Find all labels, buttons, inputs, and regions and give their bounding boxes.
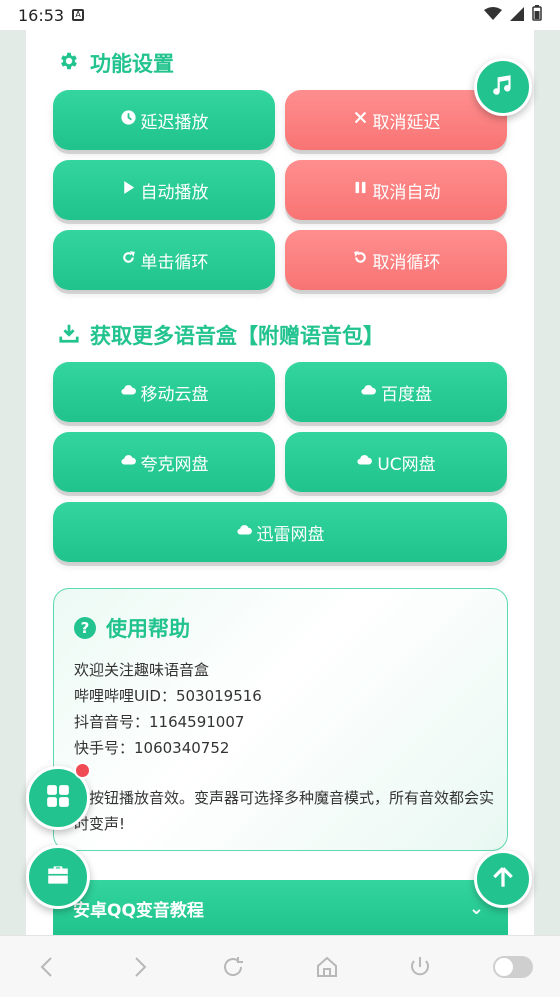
refresh-icon[interactable] — [213, 947, 253, 987]
help-line-douyin: 抖音音号：1164591007 — [74, 713, 245, 731]
toolbox-fab[interactable] — [26, 845, 90, 909]
cloud-icon — [356, 451, 373, 473]
music-note-icon — [490, 72, 516, 102]
cloud-icon — [360, 381, 377, 403]
home-icon[interactable] — [307, 947, 347, 987]
delay-play-label: 延迟播放 — [140, 112, 209, 133]
arrow-up-icon — [490, 864, 516, 894]
help-line-welcome: 欢迎关注趣味语音盒 — [74, 661, 210, 679]
cancel-delay-button[interactable]: 取消延迟 — [285, 90, 507, 150]
click-loop-label: 单击循环 — [140, 252, 209, 273]
help-line-kuaishou: 快手号：1060340752 — [74, 739, 230, 757]
settings-title-text: 功能设置 — [90, 52, 174, 76]
notification-a-icon: A — [72, 9, 85, 21]
gear-icon — [58, 50, 80, 77]
tutorial-accordion[interactable]: 安卓QQ变音教程 ⌄ — [53, 880, 508, 936]
cloud-icon — [120, 381, 137, 403]
download-title-text: 获取更多语音盒【附赠语音包】 — [90, 324, 384, 348]
cancel-auto-button[interactable]: 取消自动 — [285, 160, 507, 220]
xunlei-pan-button[interactable]: 迅雷网盘 — [53, 502, 507, 562]
auto-play-button[interactable]: 自动播放 — [53, 160, 275, 220]
help-description: 击按钮播放音效。变声器可选择多种魔音模式，所有音效都会实时变声! — [74, 789, 495, 833]
bottom-navigation — [0, 935, 560, 997]
uc-pan-button[interactable]: UC网盘 — [285, 432, 507, 492]
left-gutter — [0, 30, 26, 935]
quark-pan-button[interactable]: 夸克网盘 — [53, 432, 275, 492]
mobile-cloud-button[interactable]: 移动云盘 — [53, 362, 275, 422]
baidu-pan-label: 百度盘 — [381, 384, 432, 405]
redo-icon — [120, 249, 137, 271]
toolbox-icon — [44, 862, 72, 892]
grid-icon — [45, 783, 71, 813]
help-title: ? 使用帮助 — [74, 613, 190, 643]
undo-icon — [352, 249, 369, 271]
play-icon — [120, 179, 137, 201]
right-gutter — [534, 30, 560, 935]
status-bar: 16:53 A — [0, 0, 560, 30]
status-time: 16:53 — [18, 5, 65, 25]
status-icons — [484, 5, 542, 25]
download-icon — [58, 322, 80, 349]
clock-icon — [120, 109, 137, 131]
toggle-switch[interactable] — [493, 955, 534, 978]
question-icon: ? — [74, 617, 96, 639]
cancel-loop-button[interactable]: 取消循环 — [285, 230, 507, 290]
mobile-cloud-label: 移动云盘 — [140, 384, 209, 405]
auto-play-label: 自动播放 — [140, 182, 209, 203]
wifi-icon — [484, 6, 502, 25]
scroll-top-fab[interactable] — [474, 850, 532, 908]
music-fab[interactable] — [474, 58, 532, 116]
help-lines: 欢迎关注趣味语音盒 哔哩哔哩UID：503019516 抖音音号：1164591… — [74, 657, 262, 761]
help-panel: ? 使用帮助 欢迎关注趣味语音盒 哔哩哔哩UID：503019516 抖音音号：… — [53, 588, 508, 851]
cancel-auto-label: 取消自动 — [372, 182, 441, 203]
quark-pan-label: 夸克网盘 — [140, 454, 209, 475]
cloud-icon — [236, 521, 253, 543]
signal-icon — [510, 6, 524, 25]
pause-icon — [352, 179, 369, 201]
chevron-down-icon: ⌄ — [468, 897, 484, 919]
uc-pan-label: UC网盘 — [377, 454, 436, 475]
tutorial-label: 安卓QQ变音教程 — [73, 900, 204, 921]
download-section-title: 获取更多语音盒【附赠语音包】 — [58, 320, 384, 350]
notification-badge — [74, 762, 91, 779]
delay-play-button[interactable]: 延迟播放 — [53, 90, 275, 150]
cancel-loop-label: 取消循环 — [372, 252, 441, 273]
settings-section-title: 功能设置 — [58, 48, 174, 78]
click-loop-button[interactable]: 单击循环 — [53, 230, 275, 290]
power-icon[interactable] — [400, 947, 440, 987]
help-title-text: 使用帮助 — [106, 617, 190, 641]
cancel-delay-label: 取消延迟 — [372, 112, 441, 133]
back-icon[interactable] — [27, 947, 67, 987]
toggle-icon[interactable] — [493, 947, 534, 987]
baidu-pan-button[interactable]: 百度盘 — [285, 362, 507, 422]
x-icon — [352, 109, 369, 131]
forward-icon[interactable] — [120, 947, 160, 987]
xunlei-pan-label: 迅雷网盘 — [256, 524, 325, 545]
cloud-icon — [120, 451, 137, 473]
help-line-bilibili: 哔哩哔哩UID：503019516 — [74, 687, 262, 705]
battery-icon — [532, 5, 542, 25]
